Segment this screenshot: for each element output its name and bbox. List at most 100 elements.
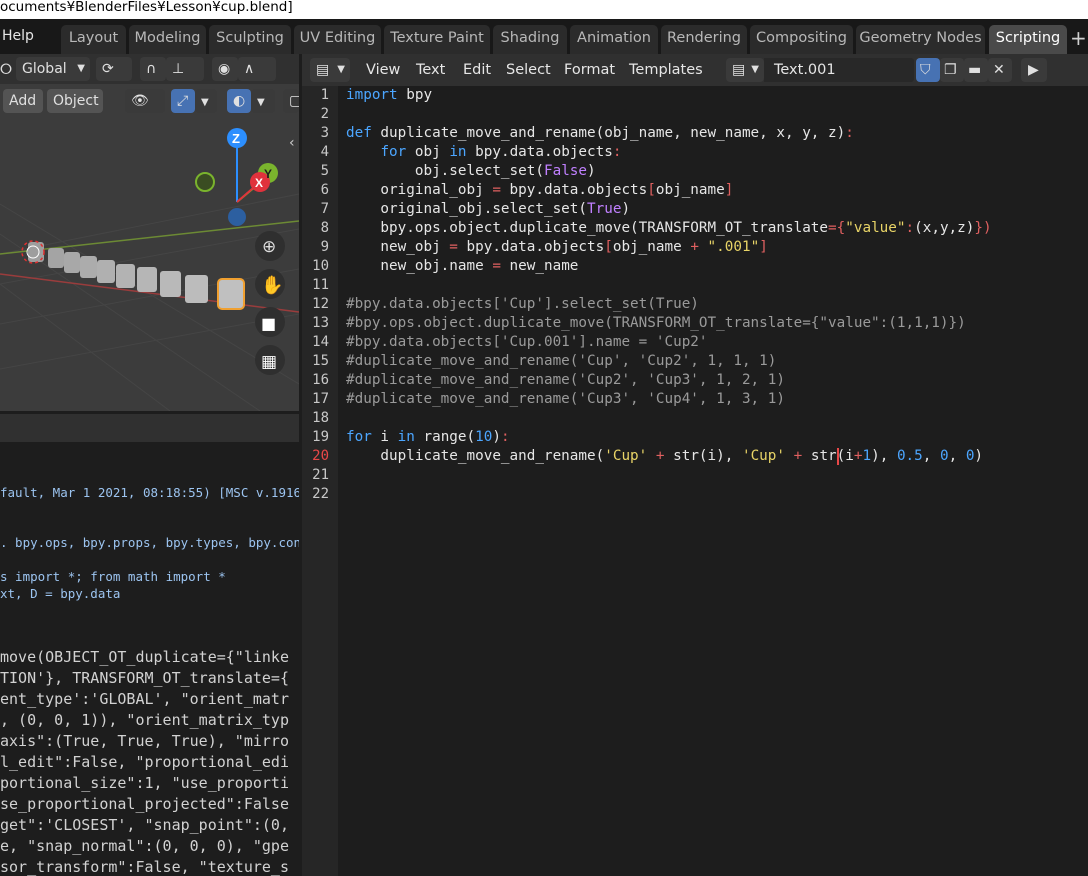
tab-rendering[interactable]: Rendering [661, 25, 747, 54]
code-token: 10 [475, 429, 493, 445]
code-token: ] [724, 182, 734, 198]
line-number: 15 [312, 353, 329, 369]
code-token: duplicate_move_and_rename(obj_name, new_… [371, 125, 846, 141]
line-number: 11 [312, 277, 329, 293]
line-number: 5 [320, 163, 329, 179]
code-token: original_obj.select_set( [346, 201, 588, 217]
line-number: 7 [320, 201, 329, 217]
code-token: : [500, 429, 510, 445]
tab-layout[interactable]: Layout [61, 25, 126, 54]
menu-view[interactable]: View [366, 60, 400, 80]
sidebar-toggle-icon[interactable]: ‹ [289, 135, 295, 151]
run-script-button[interactable]: ▶ [1021, 58, 1047, 82]
info-line: axis":(True, True, True), "mirro [0, 732, 289, 750]
tab-uv-editing[interactable]: UV Editing [294, 25, 381, 54]
code-token: i [371, 429, 398, 445]
tab-animation[interactable]: Animation [570, 25, 658, 54]
window-title: ocuments¥BlenderFiles¥Lesson¥cup.blend] [0, 0, 1088, 19]
menu-format[interactable]: Format [564, 60, 615, 80]
code-token: #bpy.data.objects['Cup.001'].name = 'Cup… [346, 334, 708, 350]
unlink-text-button[interactable]: ✕ [988, 58, 1012, 82]
python-console[interactable]: fault, Mar 1 2021, 08:18:55) [MSC v.1916… [0, 414, 299, 637]
chevron-down-icon: ▼ [337, 64, 345, 75]
code-token: obj_name [655, 182, 725, 198]
navigation-gizmo[interactable]: Z Y X [195, 128, 278, 226]
gizmo-neg-z-icon[interactable] [228, 208, 246, 226]
info-line: ent_type':'GLOBAL', "orient_matr [0, 690, 289, 708]
info-line: portional_size":1, "use_proporti [0, 774, 289, 792]
code-token: 'Cup' [604, 448, 648, 464]
gizmo-neg-y-icon[interactable] [195, 172, 215, 192]
code-token: #bpy.ops.object.duplicate_move(TRANSFORM… [346, 315, 966, 331]
gizmo-z-label: Z [232, 131, 240, 146]
code-token: in [397, 429, 415, 445]
code-token: bpy [397, 87, 433, 103]
line-number: 18 [312, 410, 329, 426]
code-token: duplicate_move_and_rename( [346, 448, 605, 464]
tab-sculpting[interactable]: Sculpting [209, 25, 291, 54]
open-text-button[interactable]: ▬ [964, 58, 988, 82]
code-token: (x,y,z) [914, 220, 975, 236]
text-editor-header: ▤ ▼ View Text Edit Select Format Templat… [302, 54, 1088, 86]
menu-edit[interactable]: Edit [463, 60, 491, 80]
cup-object [137, 267, 157, 292]
code-token: ={ [828, 220, 846, 236]
code-line: original_obj.select_set(True) [346, 201, 630, 217]
code-token: #duplicate_move_and_rename('Cup2', 'Cup3… [346, 372, 785, 388]
tab-texture-paint[interactable]: Texture Paint [384, 25, 490, 54]
text-browse-dropdown[interactable]: ▤ ▼ [726, 58, 764, 82]
code-line: import bpy [346, 87, 432, 103]
code-token: = [492, 258, 501, 274]
fake-user-button[interactable]: ⛉ [916, 58, 940, 82]
menu-text[interactable]: Text [416, 60, 445, 80]
line-number: 21 [312, 467, 329, 483]
line-number: 10 [312, 258, 329, 274]
line-number: 13 [312, 315, 329, 331]
code-token: ".001" [707, 239, 760, 255]
text-datablock-icon: ▤ [732, 62, 746, 78]
info-line: move(OBJECT_OT_duplicate={"linke [0, 648, 289, 666]
code-token: new_obj [346, 239, 450, 255]
code-token: : [905, 220, 915, 236]
new-text-button[interactable]: ❐ [940, 58, 964, 82]
code-line: #duplicate_move_and_rename('Cup', 'Cup2'… [346, 353, 776, 369]
code-token: , [922, 448, 940, 464]
editor-type-dropdown[interactable]: ▤ ▼ [310, 58, 350, 82]
info-line: l_edit":False, "proportional_edi [0, 753, 289, 771]
code-line: #bpy.ops.object.duplicate_move(TRANSFORM… [346, 315, 966, 331]
info-line: se_proportional_projected":False [0, 795, 289, 813]
info-line: get":'CLOSEST', "snap_point":(0, [0, 816, 289, 834]
code-line: original_obj = bpy.data.objects[obj_name… [346, 182, 733, 198]
code-line: for i in range(10): [346, 429, 510, 445]
code-token: range( [414, 429, 476, 445]
info-log[interactable]: move(OBJECT_OT_duplicate={"linke TION'},… [0, 640, 299, 876]
code-token: obj.select_set( [346, 163, 544, 179]
tab-compositing[interactable]: Compositing [750, 25, 853, 54]
code-token: : [845, 125, 854, 141]
text-name-field[interactable]: Text.001 [764, 58, 914, 82]
tab-shading[interactable]: Shading [493, 25, 567, 54]
play-icon: ▶ [1028, 62, 1039, 78]
selected-cup-object [217, 278, 245, 310]
tab-geometry-nodes[interactable]: Geometry Nodes [856, 25, 985, 54]
tab-modeling[interactable]: Modeling [129, 25, 206, 54]
menu-templates[interactable]: Templates [629, 60, 703, 80]
line-number: 17 [312, 391, 329, 407]
line-number: 8 [320, 220, 329, 236]
code-token: = [492, 182, 501, 198]
console-line: s import *; from math import * [0, 569, 226, 584]
code-area[interactable]: import bpy def duplicate_move_and_rename(… [338, 86, 1088, 876]
line-number: 2 [320, 106, 329, 122]
tab-scripting[interactable]: Scripting [989, 25, 1067, 54]
line-number: 3 [320, 125, 329, 141]
code-token: 1 [862, 448, 872, 464]
code-token: in [449, 144, 467, 160]
menu-select[interactable]: Select [506, 60, 551, 80]
3d-viewport[interactable]: ⭘ Global ▼ ⟳ ∩ ⊥ ◉ ∧ Add Object 👁 ⤢ ▼ ◐ … [0, 54, 299, 411]
code-token: bpy.data.objects [457, 239, 605, 255]
add-workspace-button[interactable]: + [1070, 27, 1088, 51]
help-menu[interactable]: Help [0, 25, 38, 49]
